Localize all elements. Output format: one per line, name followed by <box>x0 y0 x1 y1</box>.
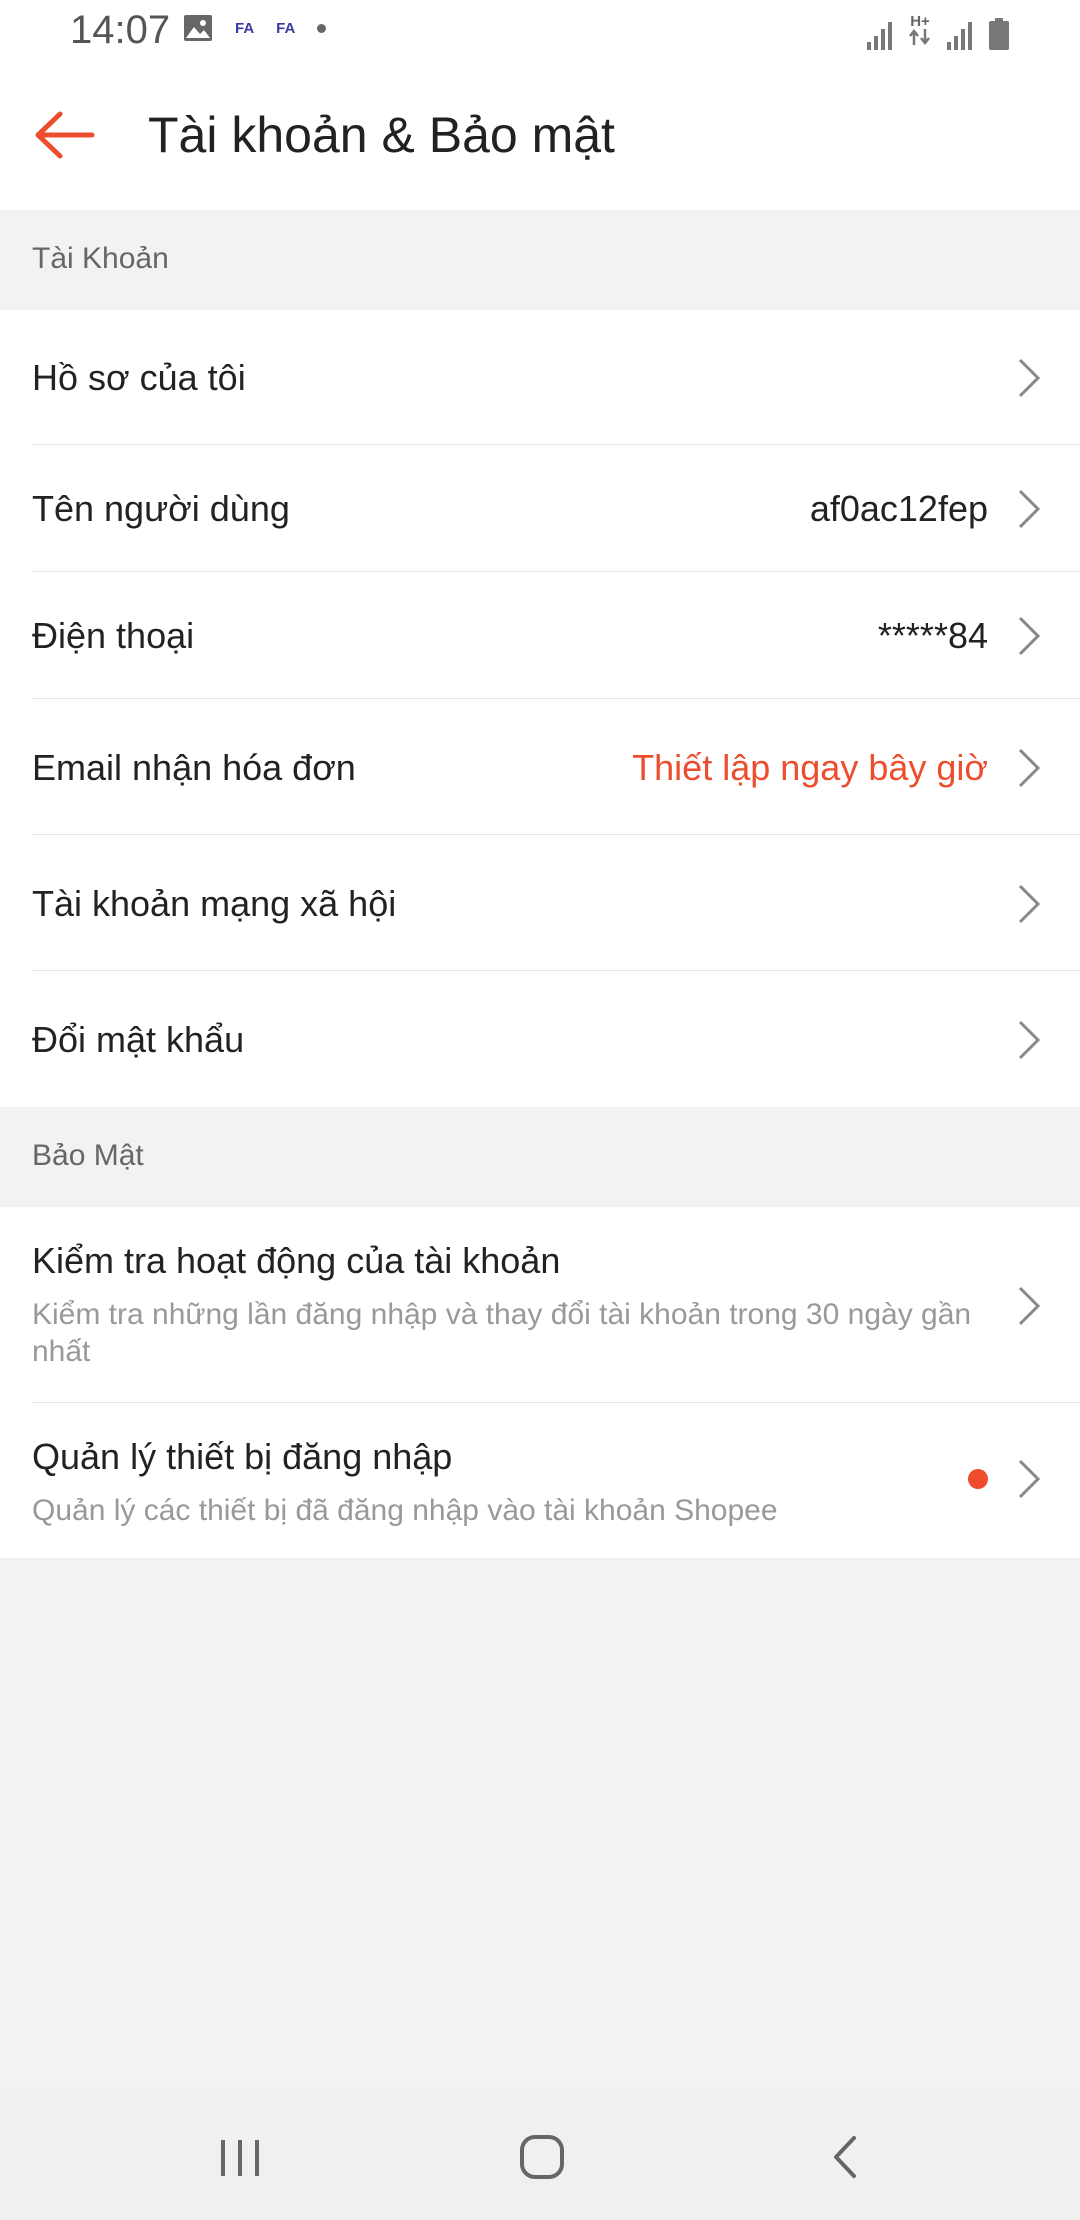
network-type-label: H+ <box>910 13 930 30</box>
fa-badge-1: FA <box>235 19 255 37</box>
security-settings-list: Kiểm tra hoạt động của tài khoản Kiểm tr… <box>0 1207 1080 1558</box>
chevron-right-icon <box>1018 358 1041 398</box>
signal-icon <box>867 22 892 50</box>
change-password-row[interactable]: Đổi mật khẩu <box>0 971 1080 1107</box>
invoice-email-row[interactable]: Email nhận hóa đơn Thiết lập ngay bây gi… <box>0 699 1080 835</box>
row-label: Đổi mật khẩu <box>32 1019 245 1060</box>
arrow-left-icon <box>35 111 95 159</box>
login-devices-row[interactable]: Quản lý thiết bị đăng nhập Quản lý các t… <box>0 1403 1080 1558</box>
row-label: Hồ sơ của tôi <box>32 357 246 398</box>
phone-row[interactable]: Điện thoại *****84 <box>0 572 1080 699</box>
recent-apps-button[interactable] <box>200 2124 280 2190</box>
home-icon <box>520 2135 564 2179</box>
row-label: Điện thoại <box>32 615 195 656</box>
system-navigation-bar <box>0 2094 1080 2220</box>
system-icons: H+ <box>866 14 1010 50</box>
chevron-right-icon <box>1018 748 1041 788</box>
notification-icons: FA FA <box>183 14 327 42</box>
row-label: Email nhận hóa đơn <box>32 747 356 788</box>
setup-now-link[interactable]: Thiết lập ngay bây giờ <box>632 747 988 789</box>
username-value: af0ac12fep <box>809 488 988 529</box>
recent-apps-icon <box>221 2140 259 2176</box>
signal-icon-2 <box>947 22 972 50</box>
phone-value: *****84 <box>877 615 988 656</box>
status-bar: 14:07 FA FA H+ <box>0 0 1080 62</box>
home-button[interactable] <box>502 2124 582 2190</box>
account-settings-list: Hồ sơ của tôi Tên người dùng af0ac12fep … <box>0 310 1080 1107</box>
chevron-right-icon <box>1018 1020 1041 1060</box>
status-time: 14:07 <box>70 8 171 52</box>
battery-icon <box>989 18 1009 50</box>
chevron-right-icon <box>1018 489 1041 529</box>
page-title: Tài khoản & Bảo mật <box>148 107 615 163</box>
chevron-right-icon <box>1018 1286 1041 1326</box>
data-activity-icon: H+ <box>908 14 932 50</box>
row-label: Tên người dùng <box>32 488 290 529</box>
back-icon <box>834 2136 856 2178</box>
section-header-security: Bảo Mật <box>0 1107 1080 1207</box>
notification-dot-icon <box>968 1469 988 1489</box>
chevron-right-icon <box>1018 616 1041 656</box>
row-label: Tài khoản mạng xã hội <box>32 883 397 924</box>
section-title-security: Bảo Mật <box>32 1139 144 1172</box>
gallery-icon <box>184 15 212 41</box>
more-notifications-dot-icon <box>317 23 327 33</box>
system-back-button[interactable] <box>806 2124 886 2190</box>
profile-row[interactable]: Hồ sơ của tôi <box>0 310 1080 445</box>
app-header: Tài khoản & Bảo mật <box>0 62 1080 210</box>
fa-badge-2: FA <box>276 19 296 37</box>
section-title-account: Tài Khoản <box>32 242 169 275</box>
chevron-right-icon <box>1018 1459 1041 1499</box>
username-row[interactable]: Tên người dùng af0ac12fep <box>0 445 1080 572</box>
account-activity-row[interactable]: Kiểm tra hoạt động của tài khoản Kiểm tr… <box>0 1207 1080 1403</box>
row-description: Kiểm tra những lần đăng nhập và thay đổi… <box>32 1298 972 1368</box>
back-button[interactable] <box>30 100 100 170</box>
row-description: Quản lý các thiết bị đã đăng nhập vào tà… <box>32 1494 778 1527</box>
section-header-account: Tài Khoản <box>0 210 1080 310</box>
row-label: Kiểm tra hoạt động của tài khoản <box>32 1240 561 1281</box>
chevron-right-icon <box>1018 884 1041 924</box>
row-label: Quản lý thiết bị đăng nhập <box>32 1436 453 1477</box>
social-accounts-row[interactable]: Tài khoản mạng xã hội <box>0 835 1080 971</box>
